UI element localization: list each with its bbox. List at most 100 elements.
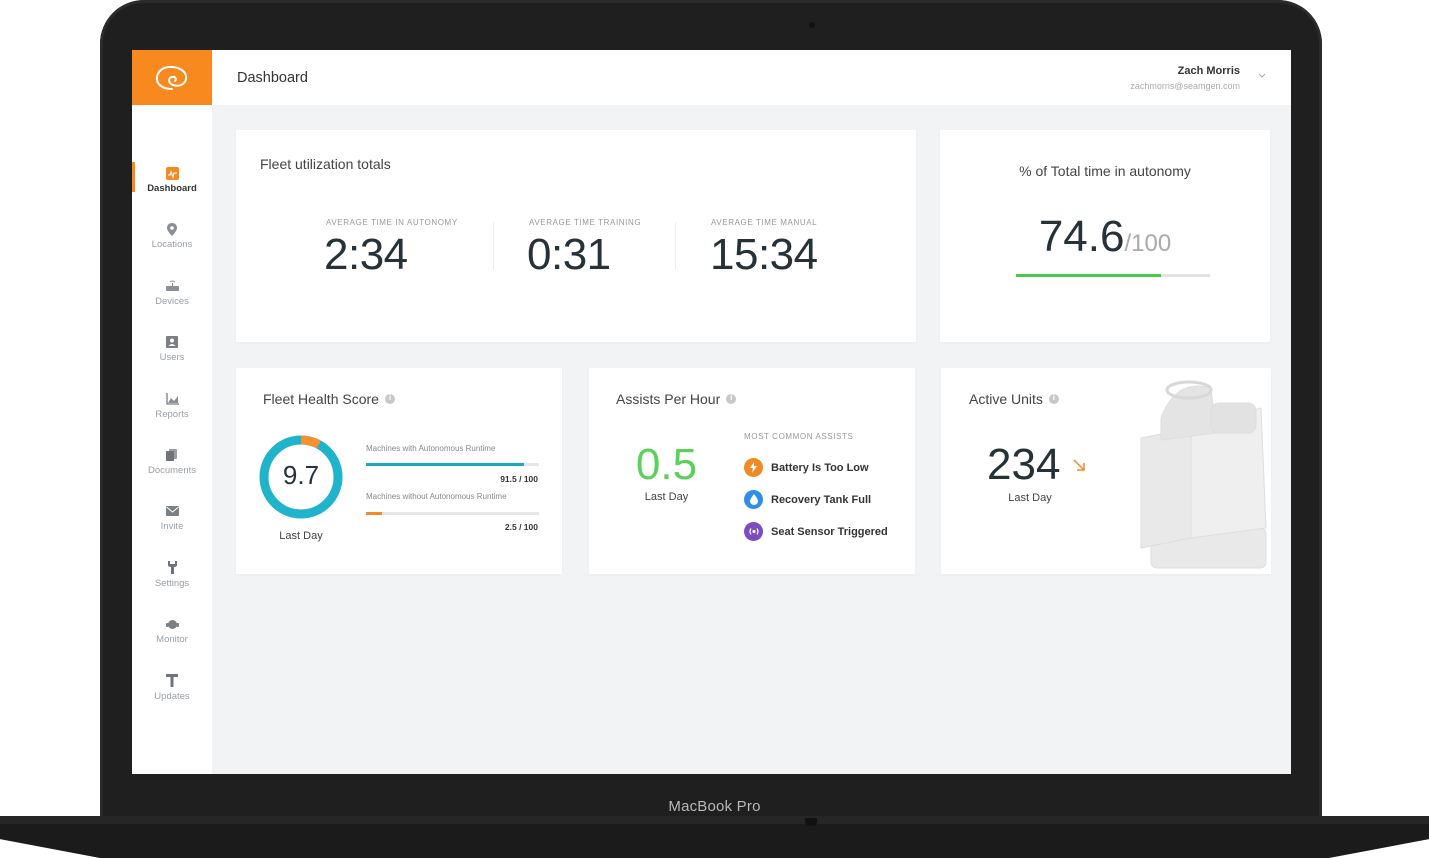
- assist-item: Recovery Tank Full: [744, 490, 871, 509]
- user-email: zachmorris@seamgen.com: [1130, 81, 1240, 91]
- map-pin-icon: [165, 222, 179, 236]
- most-common-assists-title: MOST COMMON ASSISTS: [744, 432, 854, 441]
- card-title-text: Active Units: [969, 391, 1043, 407]
- sidebar-item-devices[interactable]: Devices: [132, 275, 212, 331]
- info-icon[interactable]: [1048, 393, 1059, 405]
- card-title: Assists Per Hour: [616, 391, 737, 407]
- card-title: % of Total time in autonomy: [1019, 163, 1191, 179]
- user-name[interactable]: Zach Morris: [1178, 65, 1240, 77]
- sidebar-item-reports[interactable]: Reports: [132, 388, 212, 444]
- autonomy-denominator: /100: [1124, 230, 1172, 257]
- info-icon[interactable]: [726, 393, 737, 405]
- sidebar-item-dashboard[interactable]: Dashboard: [132, 162, 212, 218]
- sidebar-item-label: Updates: [154, 690, 190, 702]
- autonomous-runtime-bar: [366, 463, 539, 466]
- autonomy-progress-bar: [1016, 274, 1210, 277]
- active-units-card: Active Units 234 Last Day: [941, 368, 1271, 574]
- autonomous-runtime-fill: [366, 463, 525, 466]
- water-drop-icon: [744, 490, 763, 509]
- sidebar-item-label: Documents: [147, 464, 197, 476]
- autonomy-number: 74.6: [1038, 212, 1125, 261]
- envelope-icon: [165, 504, 179, 518]
- bar-value: 91.5 / 100: [500, 474, 538, 484]
- stat-divider: [493, 222, 494, 270]
- bar-value: 2.5 / 100: [504, 522, 538, 532]
- router-icon: [165, 279, 179, 293]
- assists-period: Last Day: [644, 491, 689, 503]
- assist-label: Seat Sensor Triggered: [771, 525, 888, 538]
- sidebar-item-label: Settings: [154, 577, 190, 589]
- fleet-utilization-card: Fleet utilization totals AVERAGE TIME IN…: [236, 130, 916, 342]
- stat-divider: [675, 222, 676, 270]
- app-screen: Dashboard Locations Devices Users Report…: [132, 50, 1291, 774]
- bar-label: Machines with Autonomous Runtime: [366, 444, 496, 453]
- floor-scrubber-robot-image: [1140, 380, 1267, 569]
- non-autonomous-runtime-bar: [366, 512, 539, 515]
- sidebar-item-updates[interactable]: Updates: [132, 670, 212, 726]
- info-icon[interactable]: [384, 393, 395, 405]
- top-bar: Dashboard Zach Morris zachmorris@seamgen…: [212, 50, 1291, 105]
- sidebar-item-label: Devices: [155, 295, 189, 307]
- sidebar-item-invite[interactable]: Invite: [132, 500, 212, 556]
- autonomy-value: 74.6/100: [940, 212, 1270, 262]
- autonomy-percentage-card: % of Total time in autonomy 74.6/100: [940, 130, 1270, 342]
- card-title-text: Assists Per Hour: [616, 391, 721, 407]
- documents-icon: [165, 448, 179, 462]
- health-score-ring: 9.7: [258, 434, 344, 520]
- stat-label: AVERAGE TIME TRAINING: [529, 218, 642, 227]
- swirl-logo-icon: [155, 65, 188, 90]
- active-units-value: 234: [987, 440, 1061, 489]
- sidebar-item-label: Dashboard: [147, 183, 197, 194]
- card-title-text: Fleet Health Score: [263, 391, 379, 407]
- assist-item: Seat Sensor Triggered: [744, 522, 888, 541]
- sidebar-item-label: Invite: [160, 521, 184, 533]
- assist-label: Battery Is Too Low: [771, 461, 869, 474]
- active-units-period: Last Day: [1008, 492, 1052, 504]
- sidebar-item-label: Reports: [155, 408, 189, 420]
- chart-icon: [165, 392, 179, 406]
- sidebar-item-monitor[interactable]: Monitor: [132, 613, 212, 669]
- laptop-base-edge: [0, 816, 1429, 824]
- assist-label: Recovery Tank Full: [771, 493, 872, 506]
- sensor-icon: [744, 522, 763, 541]
- sidebar-item-label: Users: [159, 352, 185, 364]
- sidebar-item-settings[interactable]: Settings: [132, 557, 212, 613]
- sidebar-nav: Dashboard Locations Devices Users Report…: [132, 162, 212, 726]
- bar-label: Machines without Autonomous Runtime: [366, 492, 507, 501]
- sidebar-item-label: Monitor: [156, 634, 188, 646]
- sidebar: Dashboard Locations Devices Users Report…: [132, 50, 212, 774]
- laptop-brand-label: MacBook Pro: [668, 798, 761, 815]
- arrow-down-right-icon: [1073, 459, 1085, 471]
- page-title: Dashboard: [237, 70, 308, 86]
- stat-value-autonomy: 2:34: [324, 230, 408, 279]
- app-logo[interactable]: [132, 50, 212, 105]
- stat-value-training: 0:31: [527, 230, 611, 279]
- stat-value-manual: 15:34: [710, 230, 818, 279]
- sidebar-item-locations[interactable]: Locations: [132, 218, 212, 274]
- laptop-camera: [809, 22, 815, 28]
- card-title: Fleet Health Score: [263, 391, 395, 407]
- antenna-icon: [165, 674, 179, 688]
- lightning-icon: [744, 458, 763, 477]
- sidebar-item-users[interactable]: Users: [132, 331, 212, 387]
- fleet-health-card: Fleet Health Score 9.7 Last Day Machines…: [236, 368, 562, 574]
- health-score-value: 9.7: [282, 460, 320, 490]
- stat-label: AVERAGE TIME MANUAL: [711, 218, 818, 227]
- chevron-down-icon[interactable]: [1257, 70, 1267, 80]
- assists-value: 0.5: [635, 440, 698, 489]
- dashboard-icon: [165, 166, 179, 180]
- card-title: Active Units: [969, 391, 1059, 407]
- sidebar-item-label: Locations: [151, 239, 193, 251]
- sidebar-item-documents[interactable]: Documents: [132, 444, 212, 500]
- health-score-period: Last Day: [279, 530, 323, 542]
- assist-item: Battery Is Too Low: [744, 458, 869, 477]
- card-title: Fleet utilization totals: [260, 156, 391, 172]
- non-autonomous-runtime-fill: [366, 512, 382, 515]
- headset-icon: [165, 617, 179, 631]
- autonomy-progress-fill: [1016, 274, 1161, 277]
- wrench-icon: [165, 561, 179, 575]
- laptop-notch: [805, 818, 817, 826]
- stat-label: AVERAGE TIME IN AUTONOMY: [326, 218, 458, 227]
- assists-per-hour-card: Assists Per Hour 0.5 Last Day MOST COMMO…: [589, 368, 915, 574]
- user-badge-icon: [165, 335, 179, 349]
